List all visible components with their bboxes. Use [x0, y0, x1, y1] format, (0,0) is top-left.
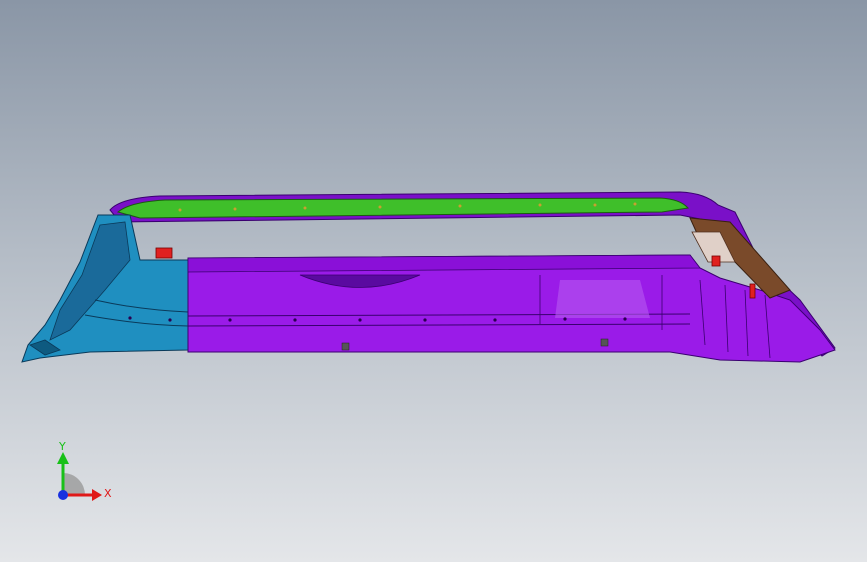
coordinate-triad: Y X [57, 440, 112, 501]
tab-left [341, 342, 350, 351]
z-axis-dot [58, 490, 68, 500]
tab-right [600, 338, 609, 347]
x-axis-arrow [92, 489, 102, 501]
y-axis-label: Y [58, 440, 66, 453]
bumper-3d-model[interactable] [0, 0, 867, 562]
x-axis-label: X [104, 487, 112, 500]
graphics-viewport[interactable]: Y X [0, 0, 867, 562]
red-clip-left [155, 247, 173, 259]
red-clip-right-a [711, 255, 721, 267]
y-axis-arrow [57, 452, 69, 464]
red-clip-right-b [749, 283, 756, 299]
